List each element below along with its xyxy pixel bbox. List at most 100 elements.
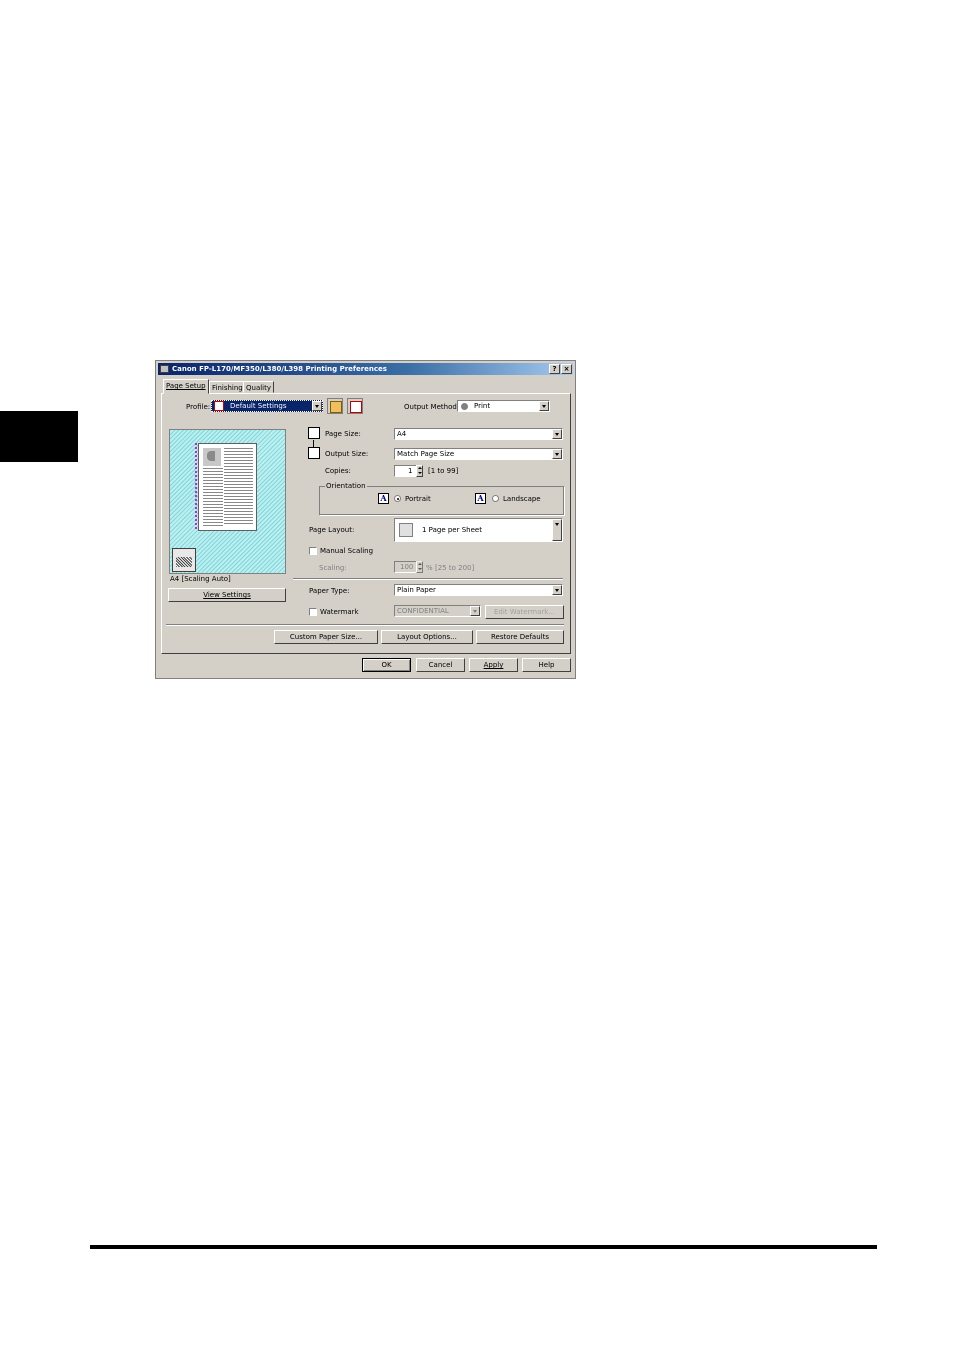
chevron-down-icon[interactable] [552, 585, 562, 595]
profile-value: Default Settings [230, 402, 287, 410]
tab-finishing[interactable]: Finishing [209, 381, 246, 393]
button-label: Help [538, 661, 555, 669]
copies-value: 1 [408, 467, 413, 475]
paper-type-value: Plain Paper [397, 586, 436, 594]
title-bar: Canon FP-L170/MF350/L380/L398 Printing P… [158, 363, 573, 375]
separator [166, 624, 564, 626]
page-layout-select[interactable]: 1 Page per Sheet [394, 518, 563, 542]
page-layout-value: 1 Page per Sheet [422, 526, 482, 534]
tab-label: Page Setup [166, 382, 206, 390]
manual-scaling-label: Manual Scaling [320, 547, 374, 555]
portrait-radio[interactable] [394, 495, 401, 502]
help-button[interactable]: Help [522, 658, 571, 672]
page-preview [169, 429, 286, 574]
edit-watermark-button[interactable]: Edit Watermark... [485, 605, 564, 619]
add-profile-icon [330, 401, 342, 413]
image-icon [203, 448, 221, 466]
chevron-down-icon[interactable] [470, 606, 480, 616]
landscape-icon: A [475, 493, 486, 504]
chevron-down-icon[interactable] [312, 401, 322, 411]
button-label: Cancel [428, 661, 453, 669]
output-method-label: Output Method: [404, 403, 460, 411]
window-title: Canon FP-L170/MF350/L380/L398 Printing P… [172, 365, 387, 373]
manual-scaling-checkbox[interactable] [309, 547, 317, 555]
cancel-button[interactable]: Cancel [416, 658, 465, 672]
scaling-stepper[interactable] [416, 561, 423, 573]
scaling-input[interactable]: 100 [394, 561, 417, 573]
page-size-label: Page Size: [325, 430, 361, 438]
copies-label: Copies: [325, 467, 351, 475]
copies-range: [1 to 99] [428, 467, 459, 475]
output-method-value: Print [474, 402, 491, 410]
text-lines [203, 468, 223, 526]
profile-label: Profile: [186, 403, 211, 411]
portrait-label: Portrait [405, 495, 431, 503]
help-title-button[interactable]: ? [549, 364, 560, 374]
watermark-select[interactable]: CONFIDENTIAL [394, 605, 481, 617]
restore-defaults-button[interactable]: Restore Defaults [476, 630, 564, 644]
chevron-down-icon[interactable] [552, 519, 562, 541]
printer-icon [160, 365, 169, 373]
button-label: Restore Defaults [490, 633, 549, 641]
scaling-value: 100 [400, 563, 414, 571]
tab-page-setup[interactable]: Page Setup [163, 379, 209, 394]
chapter-side-tab [0, 411, 78, 462]
page-size-icon [308, 427, 320, 439]
button-label: Layout Options... [397, 633, 457, 641]
scaling-unit: % [426, 564, 433, 572]
arrow-down-icon [313, 440, 314, 447]
page-layout-label: Page Layout: [309, 526, 355, 534]
profile-icon [214, 401, 224, 411]
button-label: Edit Watermark... [493, 608, 556, 616]
custom-paper-size-button[interactable]: Custom Paper Size... [274, 630, 378, 644]
page-size-select[interactable]: A4 [394, 428, 563, 440]
button-label: OK [381, 661, 392, 669]
watermark-checkbox[interactable] [309, 608, 317, 616]
page-bottom-rule [90, 1245, 877, 1249]
chevron-down-icon[interactable] [552, 449, 562, 459]
button-label: Custom Paper Size... [289, 633, 363, 641]
profile-select[interactable]: Default Settings [211, 400, 323, 412]
watermark-label: Watermark [320, 608, 359, 616]
output-size-icon [308, 447, 320, 459]
copies-stepper[interactable] [416, 465, 423, 477]
separator [293, 578, 563, 580]
button-label: View Settings [203, 591, 251, 599]
copies-input[interactable]: 1 [394, 465, 417, 477]
layout-options-button[interactable]: Layout Options... [381, 630, 473, 644]
apply-button[interactable]: Apply [469, 658, 518, 672]
print-icon [461, 403, 468, 410]
output-size-select[interactable]: Match Page Size [394, 448, 563, 460]
portrait-icon: A [378, 493, 389, 504]
scaling-range: [25 to 200] [435, 564, 475, 572]
ok-button[interactable]: OK [362, 658, 411, 672]
layout-thumbnail-icon [399, 523, 413, 537]
tab-label: Quality [246, 384, 272, 392]
scaling-label: Scaling: [319, 564, 347, 572]
output-size-value: Match Page Size [397, 450, 455, 458]
edit-profile-button[interactable] [347, 398, 363, 414]
chevron-down-icon[interactable] [552, 429, 562, 439]
close-title-button[interactable]: × [561, 364, 572, 374]
printer-status-icon [172, 548, 196, 572]
chevron-down-icon[interactable] [539, 401, 549, 411]
preview-caption: A4 [Scaling Auto] [170, 575, 231, 583]
preview-page [198, 443, 257, 531]
paper-type-label: Paper Type: [309, 587, 350, 595]
landscape-radio[interactable] [492, 495, 499, 502]
add-profile-button[interactable] [327, 398, 343, 414]
edit-profile-icon [350, 401, 362, 413]
binding-edge-marker [195, 443, 197, 531]
view-settings-button[interactable]: View Settings [168, 588, 286, 602]
paper-type-select[interactable]: Plain Paper [394, 584, 563, 596]
page-size-value: A4 [397, 430, 407, 438]
tab-quality[interactable]: Quality [243, 381, 275, 393]
text-lines [224, 448, 253, 526]
output-size-label: Output Size: [325, 450, 369, 458]
tab-label: Finishing [212, 384, 243, 392]
landscape-label: Landscape [503, 495, 541, 503]
watermark-value: CONFIDENTIAL [397, 607, 449, 615]
output-method-select[interactable]: Print [457, 400, 550, 412]
orientation-label: Orientation [325, 482, 367, 491]
button-label: Apply [483, 661, 504, 669]
